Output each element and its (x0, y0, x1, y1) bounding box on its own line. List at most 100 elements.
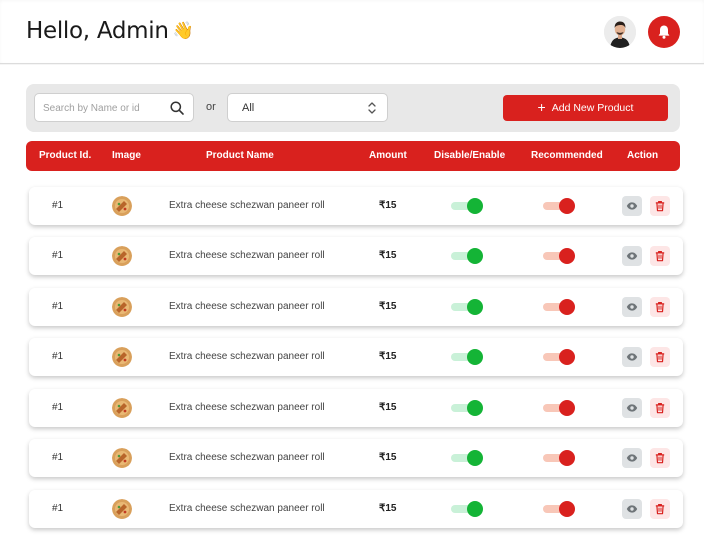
page-title: Hello, Admin 👋 (26, 18, 194, 44)
view-button[interactable] (622, 499, 642, 519)
eye-icon (626, 353, 638, 361)
delete-button[interactable] (650, 297, 670, 317)
product-id: #1 (52, 402, 64, 413)
toolbar: or All + Add New Product (26, 84, 680, 132)
wave-icon: 👋 (172, 21, 194, 41)
recommended-toggle[interactable] (543, 198, 577, 214)
chevron-up-down-icon (368, 102, 376, 114)
product-image[interactable] (112, 196, 132, 216)
view-button[interactable] (622, 448, 642, 468)
eye-icon (626, 454, 638, 462)
filter-select-value: All (242, 102, 255, 114)
product-id: #1 (52, 503, 64, 514)
eye-icon (626, 252, 638, 260)
delete-button[interactable] (650, 196, 670, 216)
table-row: #1 Extra cheese schezwan paneer roll ₹15 (29, 439, 683, 477)
notifications-button[interactable] (648, 16, 680, 48)
product-id: #1 (52, 200, 64, 211)
trash-icon (655, 453, 665, 464)
add-new-product-button[interactable]: + Add New Product (503, 95, 668, 121)
product-image[interactable] (112, 297, 132, 317)
column-header-amount: Amount (369, 150, 407, 161)
recommended-toggle[interactable] (543, 400, 577, 416)
product-image[interactable] (112, 347, 132, 367)
recommended-toggle[interactable] (543, 501, 577, 517)
product-amount: ₹15 (379, 402, 397, 413)
eye-icon (626, 303, 638, 311)
trash-icon (655, 302, 665, 313)
delete-button[interactable] (650, 398, 670, 418)
table-row: #1 Extra cheese schezwan paneer roll ₹15 (29, 389, 683, 427)
view-button[interactable] (622, 398, 642, 418)
trash-icon (655, 352, 665, 363)
product-name: Extra cheese schezwan paneer roll (169, 200, 325, 211)
table-header: Product Id. Image Product Name Amount Di… (26, 141, 680, 171)
trash-icon (655, 201, 665, 212)
recommended-toggle[interactable] (543, 450, 577, 466)
enable-toggle[interactable] (451, 248, 485, 264)
header: Hello, Admin 👋 (0, 0, 704, 64)
avatar[interactable] (604, 16, 636, 48)
trash-icon (655, 251, 665, 262)
bell-icon (658, 25, 670, 39)
column-header-recommended: Recommended (531, 150, 603, 161)
enable-toggle[interactable] (451, 450, 485, 466)
delete-button[interactable] (650, 448, 670, 468)
product-name: Extra cheese schezwan paneer roll (169, 301, 325, 312)
view-button[interactable] (622, 297, 642, 317)
column-header-image: Image (112, 150, 141, 161)
product-amount: ₹15 (379, 250, 397, 261)
delete-button[interactable] (650, 246, 670, 266)
search-icon[interactable] (169, 100, 185, 116)
greeting-text: Hello, Admin (26, 18, 169, 44)
product-id: #1 (52, 250, 64, 261)
column-header-action: Action (627, 150, 659, 161)
recommended-toggle[interactable] (543, 349, 577, 365)
enable-toggle[interactable] (451, 400, 485, 416)
recommended-toggle[interactable] (543, 248, 577, 264)
product-id: #1 (52, 351, 64, 362)
delete-button[interactable] (650, 347, 670, 367)
product-amount: ₹15 (379, 301, 397, 312)
user-avatar-icon (604, 16, 636, 48)
table-row: #1 Extra cheese schezwan paneer roll ₹15 (29, 490, 683, 528)
trash-icon (655, 403, 665, 414)
product-name: Extra cheese schezwan paneer roll (169, 503, 325, 514)
column-header-product-id: Product Id. (39, 150, 92, 161)
product-image[interactable] (112, 246, 132, 266)
enable-toggle[interactable] (451, 198, 485, 214)
view-button[interactable] (622, 347, 642, 367)
trash-icon (655, 504, 665, 515)
eye-icon (626, 505, 638, 513)
main-content: or All + Add New Product Product Id. Ima… (0, 65, 704, 537)
product-image[interactable] (112, 499, 132, 519)
product-image[interactable] (112, 398, 132, 418)
add-new-product-label: Add New Product (551, 102, 634, 114)
product-image[interactable] (112, 448, 132, 468)
product-name: Extra cheese schezwan paneer roll (169, 402, 325, 413)
column-header-disable-enable: Disable/Enable (434, 150, 506, 161)
enable-toggle[interactable] (451, 299, 485, 315)
product-id: #1 (52, 301, 64, 312)
view-button[interactable] (622, 196, 642, 216)
view-button[interactable] (622, 246, 642, 266)
search-input[interactable] (43, 99, 163, 117)
product-amount: ₹15 (379, 452, 397, 463)
or-label: or (206, 101, 216, 113)
table-row: #1 Extra cheese schezwan paneer roll ₹15 (29, 237, 683, 275)
plus-icon: + (537, 99, 546, 115)
table-row: #1 Extra cheese schezwan paneer roll ₹15 (29, 288, 683, 326)
product-amount: ₹15 (379, 503, 397, 514)
product-amount: ₹15 (379, 351, 397, 362)
page: Hello, Admin 👋 Search by Name or id or A… (0, 0, 704, 537)
enable-toggle[interactable] (451, 349, 485, 365)
delete-button[interactable] (650, 499, 670, 519)
product-name: Extra cheese schezwan paneer roll (169, 351, 325, 362)
filter-select[interactable]: All (227, 93, 388, 122)
enable-toggle[interactable] (451, 501, 485, 517)
eye-icon (626, 404, 638, 412)
eye-icon (626, 202, 638, 210)
column-header-product-name: Product Name (206, 150, 274, 161)
recommended-toggle[interactable] (543, 299, 577, 315)
product-name: Extra cheese schezwan paneer roll (169, 452, 325, 463)
